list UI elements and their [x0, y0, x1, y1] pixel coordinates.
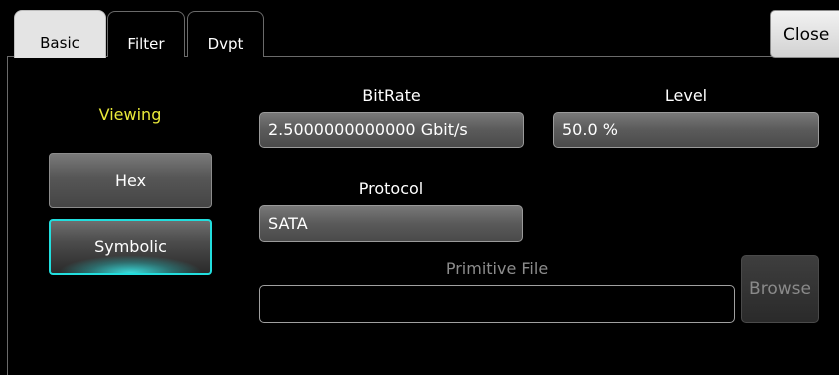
close-button[interactable]: Close: [770, 10, 839, 58]
symbolic-button[interactable]: Symbolic: [49, 219, 212, 275]
level-label: Level: [664, 86, 708, 105]
protocol-label: Protocol: [358, 179, 424, 198]
tab-dvpt[interactable]: Dvpt: [187, 11, 264, 57]
tab-basic[interactable]: Basic: [14, 10, 106, 58]
tab-filter[interactable]: Filter: [107, 11, 185, 57]
decoder-setup-dialog: Basic Filter Dvpt Close Viewing Hex Symb…: [0, 0, 839, 375]
browse-button: Browse: [741, 255, 819, 323]
bitrate-field[interactable]: 2.5000000000000 Gbit/s: [259, 112, 524, 148]
protocol-field[interactable]: SATA: [259, 205, 523, 242]
hex-button[interactable]: Hex: [49, 153, 212, 208]
primitive-file-field: [259, 285, 735, 323]
bitrate-label: BitRate: [362, 86, 421, 105]
level-field[interactable]: 50.0 %: [553, 112, 819, 148]
primitive-file-label: Primitive File: [445, 259, 549, 278]
viewing-label: Viewing: [98, 105, 162, 124]
